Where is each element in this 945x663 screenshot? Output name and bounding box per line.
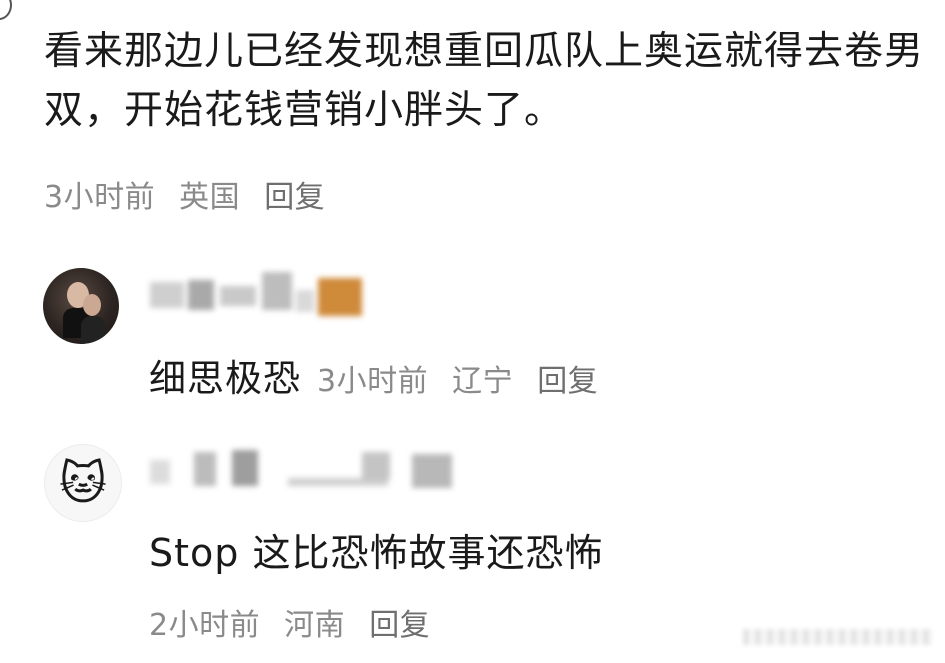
reply-time: 3小时前 <box>317 364 429 399</box>
reply-button[interactable]: 回复 <box>537 364 598 399</box>
reply-location: 河南 <box>284 608 346 643</box>
main-comment-text: 看来那边儿已经发现想重回瓜队上奥运就得去卷男双，开始花钱营销小胖头了。 <box>44 29 925 133</box>
previous-avatar-edge <box>0 0 12 20</box>
reply-meta: 3小时前 辽宁 回复 <box>317 356 612 400</box>
reply-time: 2小时前 <box>149 608 261 643</box>
main-comment-meta: 3小时前 英国 回复 <box>44 172 339 216</box>
blurred-username[interactable] <box>150 272 365 320</box>
reply-button[interactable]: 回复 <box>369 608 430 643</box>
comment-location: 英国 <box>179 180 241 215</box>
blurred-username[interactable] <box>150 448 455 496</box>
reply-text: 细思极恐 <box>149 357 301 400</box>
reply-meta: 2小时前 河南 回复 <box>149 600 444 644</box>
reply-text: Stop 这比恐怖故事还恐怖 <box>149 531 604 575</box>
watermark <box>743 629 933 645</box>
reply-button[interactable]: 回复 <box>264 180 325 215</box>
comment-time: 3小时前 <box>44 180 156 215</box>
reply-line: 细思极恐 3小时前 辽宁 回复 <box>149 348 612 402</box>
reply-location: 辽宁 <box>452 364 514 399</box>
avatar[interactable] <box>43 268 119 344</box>
cat-face-icon[interactable]: 🐱 <box>44 444 122 522</box>
